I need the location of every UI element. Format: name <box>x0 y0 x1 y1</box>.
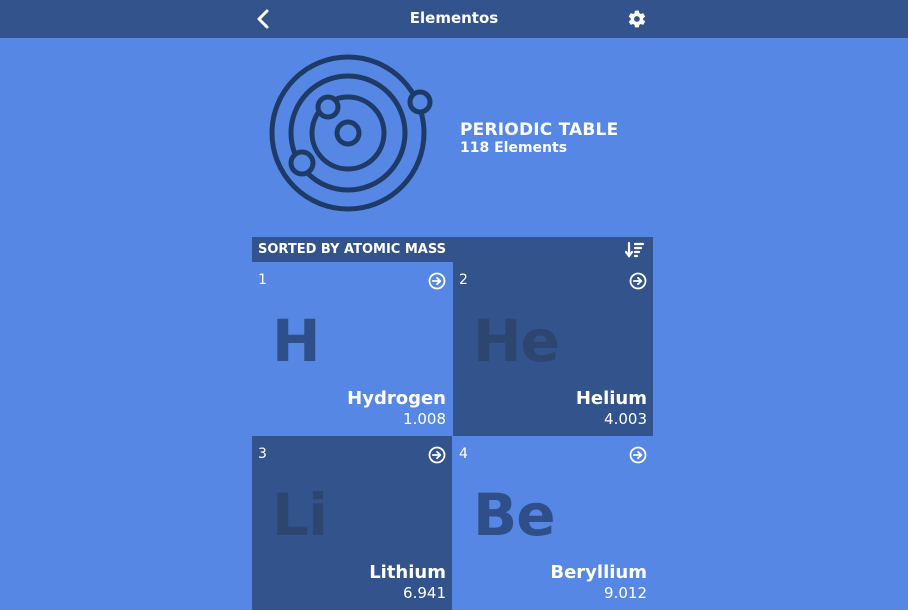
arrow-right-circle-icon <box>629 446 647 464</box>
app-title: Elementos <box>409 9 499 27</box>
element-tile-beryllium[interactable]: 4 Be Beryllium 9.012 <box>453 436 653 610</box>
element-name: Beryllium <box>550 562 647 583</box>
element-tile-hydrogen[interactable]: 1 H Hydrogen 1.008 <box>252 262 452 436</box>
hero-text: PERIODIC TABLE 118 Elements <box>460 120 618 156</box>
sort-label: SORTED BY ATOMIC MASS <box>258 242 446 257</box>
element-name: Hydrogen <box>347 388 446 409</box>
atomic-number: 4 <box>459 446 468 462</box>
atomic-mass: 6.941 <box>403 584 446 602</box>
atomic-mass: 9.012 <box>604 584 647 602</box>
element-symbol: Li <box>272 481 328 549</box>
chevron-left-icon <box>257 9 269 29</box>
arrow-right-circle-icon <box>428 272 446 290</box>
atomic-number: 3 <box>258 446 267 462</box>
element-tile-helium[interactable]: 2 He Helium 4.003 <box>453 262 653 436</box>
sort-descending-icon <box>624 241 645 258</box>
element-tile-lithium[interactable]: 3 Li Lithium 6.941 <box>252 436 452 610</box>
settings-button[interactable] <box>626 8 648 30</box>
element-grid: 1 H Hydrogen 1.008 2 He Helium 4.003 3 L… <box>252 262 653 610</box>
atomic-number: 2 <box>459 272 468 288</box>
sort-header: SORTED BY ATOMIC MASS <box>252 237 653 262</box>
element-name: Helium <box>575 388 647 409</box>
gear-icon <box>628 10 646 28</box>
atomic-mass: 1.008 <box>403 410 446 428</box>
atomic-mass: 4.003 <box>604 410 647 428</box>
arrow-right-circle-icon <box>629 272 647 290</box>
back-button[interactable] <box>252 8 274 30</box>
hero-title: PERIODIC TABLE <box>460 120 619 140</box>
hero-subtitle: 118 Elements <box>460 140 568 156</box>
sort-button[interactable] <box>624 241 645 258</box>
arrow-right-circle-icon <box>428 446 446 464</box>
atom-orbit-icon <box>266 52 436 212</box>
top-app-bar: Elementos <box>0 0 908 38</box>
atomic-number: 1 <box>258 272 267 288</box>
element-name: Lithium <box>369 562 446 583</box>
element-symbol: He <box>473 307 560 375</box>
element-symbol: Be <box>473 481 556 549</box>
element-symbol: H <box>272 307 321 375</box>
